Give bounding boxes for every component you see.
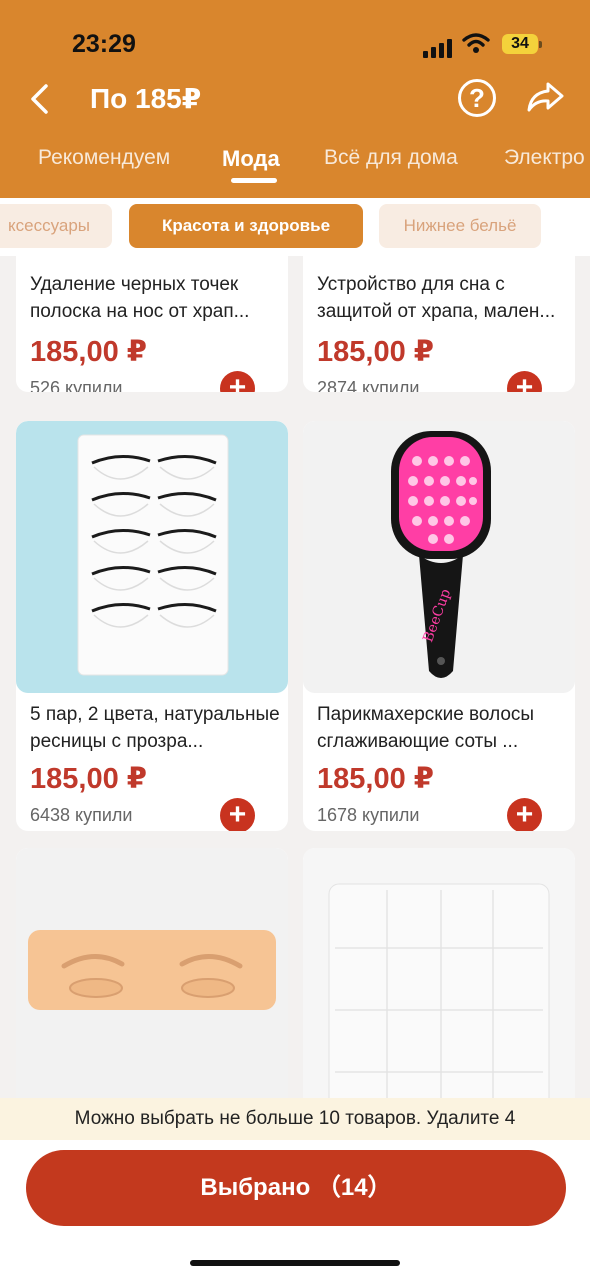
product-image: BeeCup xyxy=(303,421,575,693)
page-title: По 185₽ xyxy=(90,83,202,114)
product-sold-count: 1678 купили xyxy=(317,805,420,825)
product-price: 185,00 ₽ xyxy=(30,763,147,795)
product-card[interactable]: Удаление черных точек полоска на нос от … xyxy=(16,256,288,392)
tab-home[interactable]: Всё для дома xyxy=(324,146,458,170)
tab-electronics[interactable]: Электро xyxy=(504,146,585,170)
add-to-selection-button[interactable]: + xyxy=(220,798,255,831)
wifi-icon xyxy=(462,33,490,53)
chip-beauty-health[interactable]: Красота и здоровье xyxy=(129,204,363,248)
selected-items-button[interactable]: Выбрано （14） xyxy=(26,1150,566,1226)
product-card[interactable]: 5 пар, 2 цвета, натуральные ресницы с пр… xyxy=(16,421,288,831)
product-card[interactable]: BeeCup Парикмахерские волосы сглаживающи… xyxy=(303,421,575,831)
product-image xyxy=(303,848,575,1098)
product-card[interactable] xyxy=(16,848,288,1098)
product-image xyxy=(16,848,288,1098)
chip-underwear[interactable]: Нижнее бельё xyxy=(379,204,541,248)
product-name: Парикмахерские волосы сглаживающие соты … xyxy=(317,704,535,752)
product-name: Удаление черных точек полоска на нос от … xyxy=(30,274,250,322)
tab-recommended[interactable]: Рекомендуем xyxy=(38,146,170,170)
product-sold-count: 2874 купили xyxy=(317,378,420,392)
status-time: 23:29 xyxy=(72,30,136,58)
product-sold-count: 6438 купили xyxy=(30,805,133,825)
home-indicator xyxy=(190,1260,400,1266)
tab-fashion[interactable]: Мода xyxy=(222,146,280,172)
product-name: 5 пар, 2 цвета, натуральные ресницы с пр… xyxy=(30,704,280,752)
top-header: 23:29 34 По 185₽ ? Рекомендуем Мода Всё … xyxy=(0,0,590,198)
cotton-pads-illustration xyxy=(328,883,550,1098)
product-name: Устройство для сна с защитой от храпа, м… xyxy=(317,274,556,322)
product-price: 185,00 ₽ xyxy=(30,336,147,368)
signal-icon xyxy=(423,38,453,58)
product-image xyxy=(16,421,288,693)
selection-limit-notice: Можно выбрать не больше 10 товаров. Удал… xyxy=(0,1098,590,1140)
battery-icon: 34 xyxy=(502,34,542,54)
product-sold-count: 526 купили xyxy=(30,378,123,392)
bottom-bar: Выбрано （14） xyxy=(0,1140,590,1280)
help-icon[interactable]: ? xyxy=(458,79,496,117)
eyelash-tray-illustration xyxy=(77,434,229,676)
product-grid: Удаление черных точек полоска на нос от … xyxy=(0,256,590,1098)
share-icon[interactable] xyxy=(524,78,566,116)
add-to-selection-button[interactable]: + xyxy=(220,371,255,392)
product-price: 185,00 ₽ xyxy=(317,763,434,795)
product-card[interactable]: Устройство для сна с защитой от храпа, м… xyxy=(303,256,575,392)
subcategory-chips: ксессуары Красота и здоровье Нижнее бель… xyxy=(0,198,590,256)
add-to-selection-button[interactable]: + xyxy=(507,798,542,831)
status-bar: 23:29 34 xyxy=(0,28,590,62)
back-icon[interactable] xyxy=(24,80,58,118)
product-price: 185,00 ₽ xyxy=(317,336,434,368)
hair-brush-illustration: BeeCup xyxy=(391,431,491,678)
eyebrow-practice-skin-illustration xyxy=(28,930,276,1010)
active-tab-indicator xyxy=(231,178,277,183)
add-to-selection-button[interactable]: + xyxy=(507,371,542,392)
product-card[interactable] xyxy=(303,848,575,1098)
category-tabs: Рекомендуем Мода Всё для дома Электро xyxy=(0,140,590,190)
chip-accessories[interactable]: ксессуары xyxy=(0,204,112,248)
